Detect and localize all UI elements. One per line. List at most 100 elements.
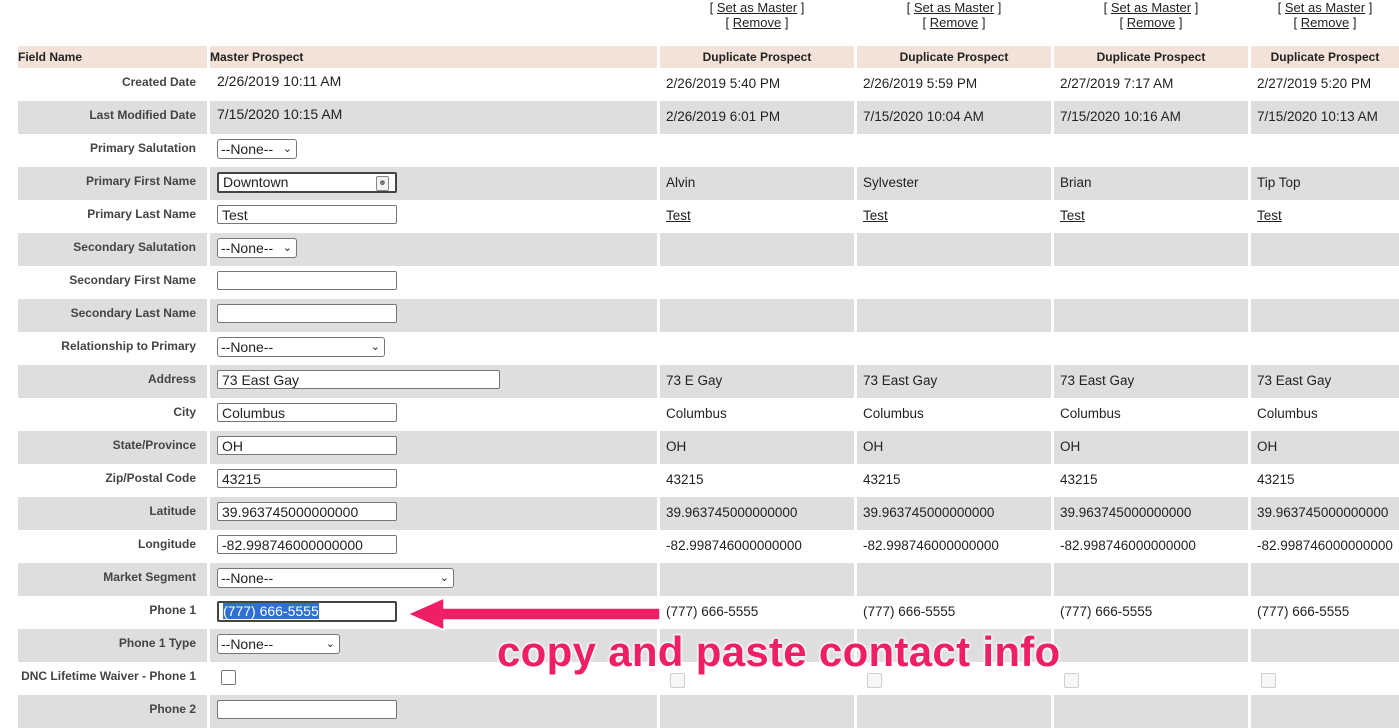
remove-link[interactable]: Remove <box>1301 15 1349 30</box>
field-label: Created Date <box>121 75 196 89</box>
latitude-input[interactable]: 39.963745000000000 <box>217 502 397 521</box>
chevron-down-icon: ⌄ <box>325 638 335 650</box>
row-last-modified: Last Modified Date 7/15/2020 10:15 AM 2/… <box>18 101 1399 134</box>
row-address: Address 73 East Gay 73 E Gay 73 East Gay… <box>18 365 1399 398</box>
phone-2-input[interactable] <box>217 700 397 719</box>
field-label: Primary Salutation <box>89 141 196 155</box>
set-master-link[interactable]: Set as Master <box>914 0 994 15</box>
dup-link-value[interactable]: Test <box>666 208 691 223</box>
chevron-down-icon: ⌄ <box>439 572 449 584</box>
field-label: Latitude <box>18 497 207 530</box>
chevron-down-icon: ⌄ <box>282 143 292 155</box>
row-city: City Columbus Columbus Columbus Columbus… <box>18 398 1399 431</box>
dup-value: (777) 666-5555 <box>1248 596 1399 629</box>
field-label: Phone 1 Type <box>18 629 207 662</box>
dup-value: OH <box>1051 431 1248 464</box>
secondary-last-name-input[interactable] <box>217 304 397 323</box>
remove-link[interactable]: Remove <box>733 15 781 30</box>
row-primary-salutation: Primary Salutation --None-- ⌄ <box>18 134 1399 167</box>
field-label: Primary Last Name <box>87 207 196 221</box>
dup-dnc-checkbox <box>1064 673 1079 688</box>
dup4-actions: [ Set as Master ][ Remove ] <box>1248 0 1399 46</box>
field-label: Primary First Name <box>18 167 207 200</box>
phone-1-input[interactable]: (777) 666-5555 <box>217 601 397 622</box>
row-primary-last-name: Primary Last Name Test Test Test Test Te… <box>18 200 1399 233</box>
remove-link[interactable]: Remove <box>1127 15 1175 30</box>
selected-text: (777) 666-5555 <box>223 603 319 619</box>
row-zip: Zip/Postal Code 43215 43215 43215 43215 … <box>18 464 1399 497</box>
merge-prospects-table: [ Set as Master ][ Remove ] [ Set as Mas… <box>18 0 1399 728</box>
dup-value: 43215 <box>657 464 854 497</box>
dup-value: -82.998746000000000 <box>657 530 854 563</box>
zip-input[interactable]: 43215 <box>217 469 397 488</box>
dup-value: 39.963745000000000 <box>657 497 854 530</box>
address-input[interactable]: 73 East Gay <box>217 370 500 389</box>
phone-1-type-select[interactable]: --None-- ⌄ <box>217 634 340 654</box>
set-master-link[interactable]: Set as Master <box>1111 0 1191 15</box>
contact-card-icon[interactable]: ☻ <box>376 176 389 191</box>
field-label: City <box>173 405 196 419</box>
dup-value: 43215 <box>854 464 1051 497</box>
field-label: State/Province <box>18 431 207 464</box>
dup-value: Columbus <box>1051 398 1248 431</box>
dup-value: 39.963745000000000 <box>854 497 1051 530</box>
master-value: 2/26/2019 10:11 AM <box>207 68 657 101</box>
set-master-link[interactable]: Set as Master <box>1285 0 1365 15</box>
row-longitude: Longitude -82.998746000000000 -82.998746… <box>18 530 1399 563</box>
row-secondary-salutation: Secondary Salutation --None-- ⌄ <box>18 233 1399 266</box>
primary-salutation-select[interactable]: --None-- ⌄ <box>217 139 297 159</box>
market-segment-select[interactable]: --None-- ⌄ <box>217 568 454 588</box>
dnc-waiver-checkbox[interactable] <box>221 670 236 685</box>
set-master-link[interactable]: Set as Master <box>717 0 797 15</box>
dup-value: Sylvester <box>854 167 1051 200</box>
dup3-actions: [ Set as Master ][ Remove ] <box>1051 0 1248 46</box>
chevron-down-icon: ⌄ <box>370 341 380 353</box>
row-secondary-first-name: Secondary First Name <box>18 266 1399 299</box>
select-value: --None-- <box>221 636 274 652</box>
row-secondary-last-name: Secondary Last Name <box>18 299 1399 332</box>
duplicate-prospect-header: Duplicate Prospect <box>1248 46 1399 68</box>
dup-value: 7/15/2020 10:13 AM <box>1248 101 1399 134</box>
field-label: Relationship to Primary <box>61 339 196 353</box>
dup-value: 39.963745000000000 <box>1051 497 1248 530</box>
dup-value: OH <box>657 431 854 464</box>
secondary-salutation-select[interactable]: --None-- ⌄ <box>217 238 297 258</box>
city-input[interactable]: Columbus <box>217 403 397 422</box>
state-input[interactable]: OH <box>217 436 397 455</box>
dup-value: Columbus <box>657 398 854 431</box>
field-label: Phone 1 <box>149 603 196 617</box>
field-label: Secondary First Name <box>69 273 196 287</box>
dup-value: 2/27/2019 5:20 PM <box>1248 68 1399 101</box>
dup-value: Brian <box>1051 167 1248 200</box>
row-market-segment: Market Segment --None-- ⌄ <box>18 563 1399 596</box>
row-phone-2: Phone 2 <box>18 695 1399 728</box>
longitude-input[interactable]: -82.998746000000000 <box>217 535 397 554</box>
dup-link-value[interactable]: Test <box>1060 208 1085 223</box>
dup-link-value[interactable]: Test <box>863 208 888 223</box>
row-phone-1: Phone 1 (777) 666-5555 (777) 666-5555 (7… <box>18 596 1399 629</box>
dup-value: (777) 666-5555 <box>854 596 1051 629</box>
dup-value: Columbus <box>1248 398 1399 431</box>
row-created-date: Created Date 2/26/2019 10:11 AM 2/26/201… <box>18 68 1399 101</box>
dup-value: -82.998746000000000 <box>1248 530 1399 563</box>
primary-first-name-input[interactable]: Downtown ☻ <box>217 172 397 193</box>
annotation-text: copy and paste contact info <box>497 628 1061 675</box>
secondary-first-name-input[interactable] <box>217 271 397 290</box>
duplicate-prospect-header: Duplicate Prospect <box>657 46 854 68</box>
field-label: Zip/Postal Code <box>105 471 196 485</box>
duplicate-prospect-header: Duplicate Prospect <box>1051 46 1248 68</box>
dup-value: 73 E Gay <box>657 365 854 398</box>
dup-value: 2/26/2019 5:40 PM <box>657 68 854 101</box>
field-label: Secondary Salutation <box>18 233 207 266</box>
duplicate-prospect-header: Duplicate Prospect <box>854 46 1051 68</box>
dup-value: Tip Top <box>1248 167 1399 200</box>
header-row: Field Name Master Prospect Duplicate Pro… <box>18 46 1399 68</box>
dup-link-value[interactable]: Test <box>1257 208 1282 223</box>
row-state: State/Province OH OH OH OH OH <box>18 431 1399 464</box>
select-value: --None-- <box>221 141 274 157</box>
relationship-select[interactable]: --None-- ⌄ <box>217 337 385 357</box>
field-label: DNC Lifetime Waiver - Phone 1 <box>21 669 196 683</box>
column-actions-row: [ Set as Master ][ Remove ] [ Set as Mas… <box>18 0 1399 46</box>
primary-last-name-input[interactable]: Test <box>217 205 397 224</box>
remove-link[interactable]: Remove <box>930 15 978 30</box>
